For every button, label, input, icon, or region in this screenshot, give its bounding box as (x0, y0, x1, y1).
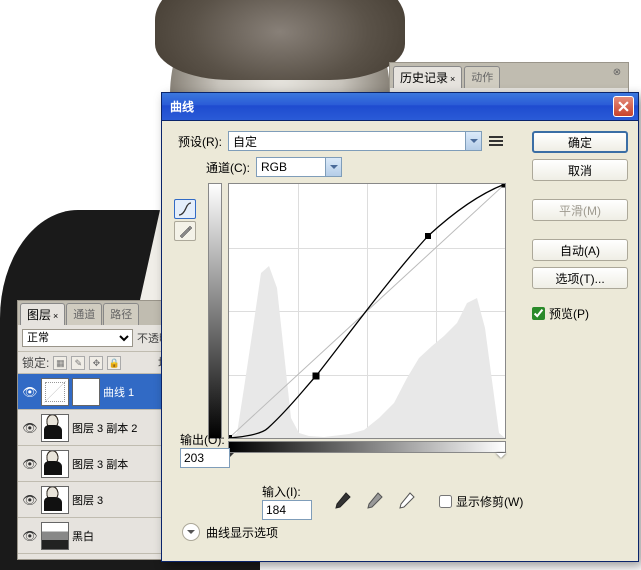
preset-label: 预设(R): (178, 133, 222, 150)
tab-actions[interactable]: 动作 (464, 66, 500, 88)
photo-hair (155, 0, 405, 80)
input-gradient (228, 441, 506, 453)
curve-icon (178, 202, 192, 216)
preview-checkbox[interactable] (532, 307, 545, 320)
layer-row[interactable]: 👁 黑白 (18, 518, 174, 554)
layer-name: 图层 3 副本 (72, 456, 128, 472)
lock-label: 锁定: (22, 354, 49, 371)
blend-mode-select[interactable]: 正常 (22, 329, 133, 347)
curve-tool-icon[interactable] (174, 199, 196, 219)
output-label: 输出(O): (180, 431, 230, 448)
pencil-tool-icon[interactable] (174, 221, 196, 241)
input-label: 输入(I): (262, 483, 312, 500)
preview-label: 预览(P) (549, 305, 589, 322)
tab-paths[interactable]: 路径 (103, 303, 139, 325)
black-eyedropper-icon[interactable] (332, 491, 352, 511)
channel-label: 通道(C): (206, 159, 250, 176)
layer-list: 👁 曲线 1 👁 图层 3 副本 2 👁 图层 3 副本 👁 图层 3 👁 黑白 (18, 374, 174, 554)
visibility-icon[interactable]: 👁 (22, 492, 38, 508)
output-field[interactable] (180, 448, 230, 468)
layer-thumb[interactable] (41, 414, 69, 442)
curves-grid[interactable] (228, 183, 506, 439)
close-icon (618, 101, 629, 112)
show-clipping-checkbox[interactable] (439, 495, 452, 508)
visibility-icon[interactable]: 👁 (22, 420, 38, 436)
cancel-button[interactable]: 取消 (532, 159, 628, 181)
layer-row[interactable]: 👁 图层 3 副本 (18, 446, 174, 482)
lock-transparency-icon[interactable]: ▦ (53, 356, 67, 370)
tab-layers[interactable]: 图层× (20, 303, 65, 325)
lock-position-icon[interactable]: ✥ (89, 356, 103, 370)
layer-thumb[interactable] (41, 450, 69, 478)
ok-button[interactable]: 确定 (532, 131, 628, 153)
pencil-icon (178, 224, 192, 238)
chevron-down-icon (465, 132, 481, 150)
close-button[interactable] (613, 96, 634, 117)
lock-paint-icon[interactable]: ✎ (71, 356, 85, 370)
tab-channels[interactable]: 通道 (66, 303, 102, 325)
output-gradient (208, 183, 222, 439)
layer-row[interactable]: 👁 图层 3 副本 2 (18, 410, 174, 446)
close-icon[interactable]: × (53, 311, 58, 321)
tab-layers-label: 图层 (27, 308, 51, 322)
layer-thumb[interactable] (41, 486, 69, 514)
close-icon[interactable]: × (450, 74, 455, 84)
white-eyedropper-icon[interactable] (396, 491, 416, 511)
preset-value: 自定 (233, 133, 257, 150)
channel-value: RGB (261, 160, 287, 174)
disclosure-label: 曲线显示选项 (206, 524, 278, 541)
layer-mask-thumb[interactable] (72, 378, 100, 406)
dialog-title: 曲线 (170, 98, 194, 115)
panel-close-icon[interactable]: ⊗ (610, 67, 624, 81)
tab-history-label: 历史记录 (400, 71, 448, 85)
preset-combo[interactable]: 自定 (228, 131, 482, 151)
layer-name: 图层 3 (72, 492, 103, 508)
layer-thumb-bw[interactable] (41, 522, 69, 550)
disclosure-button[interactable] (182, 523, 200, 541)
tab-history[interactable]: 历史记录× (393, 66, 462, 88)
visibility-icon[interactable]: 👁 (22, 456, 38, 472)
chevron-down-icon (325, 158, 341, 176)
visibility-icon[interactable]: 👁 (22, 528, 38, 544)
show-clipping-label: 显示修剪(W) (456, 493, 523, 510)
layer-name: 黑白 (72, 528, 94, 544)
curves-dialog: 曲线 预设(R): 自定 通道(C): RGB (161, 92, 639, 562)
channel-combo[interactable]: RGB (256, 157, 342, 177)
layer-row[interactable]: 👁 曲线 1 (18, 374, 174, 410)
options-button[interactable]: 选项(T)... (532, 267, 628, 289)
lock-all-icon[interactable]: 🔒 (107, 356, 121, 370)
auto-button[interactable]: 自动(A) (532, 239, 628, 261)
layer-name: 图层 3 副本 2 (72, 420, 137, 436)
titlebar[interactable]: 曲线 (162, 93, 638, 121)
visibility-icon[interactable]: 👁 (22, 384, 38, 400)
layers-panel: 图层× 通道 路径 正常 不透明 锁定: ▦ ✎ ✥ 🔒 填 👁 曲线 1 👁 … (17, 300, 175, 560)
input-field[interactable] (262, 500, 312, 520)
curve-chart (229, 184, 505, 438)
gray-eyedropper-icon[interactable] (364, 491, 384, 511)
layer-row[interactable]: 👁 图层 3 (18, 482, 174, 518)
smooth-button: 平滑(M) (532, 199, 628, 221)
preset-menu-icon[interactable] (488, 133, 504, 149)
layer-thumb-curves[interactable] (41, 378, 69, 406)
white-point-slider[interactable] (496, 453, 506, 463)
layer-name: 曲线 1 (103, 384, 134, 400)
